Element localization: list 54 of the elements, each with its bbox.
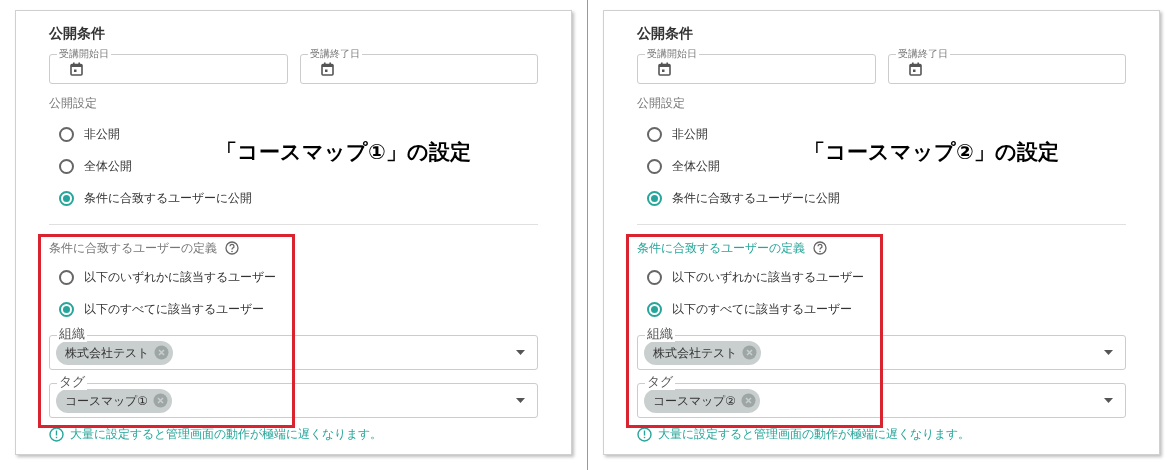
dropdown-caret-icon[interactable] bbox=[516, 398, 525, 403]
section-title: 公開条件 bbox=[49, 24, 106, 43]
calendar-icon[interactable] bbox=[908, 62, 922, 76]
radio-button[interactable] bbox=[59, 301, 74, 317]
chip: コースマップ② bbox=[644, 388, 760, 413]
radio-label: 条件に合致するユーザーに公開 bbox=[84, 190, 252, 207]
group-label: 公開設定 bbox=[49, 95, 98, 112]
radio-button[interactable] bbox=[59, 158, 74, 174]
calendar-icon[interactable] bbox=[658, 62, 671, 76]
field-label: 受講終了日 bbox=[895, 47, 950, 60]
dropdown-caret-icon[interactable] bbox=[1104, 350, 1113, 355]
field-label: 受講開始日 bbox=[645, 47, 699, 60]
field-label: 受講開始日 bbox=[57, 47, 111, 60]
help-icon[interactable] bbox=[813, 241, 827, 255]
radio-label: 全体公開 bbox=[672, 158, 720, 175]
radio-button[interactable] bbox=[647, 301, 662, 317]
radio-label: 以下のいずれかに該当するユーザー bbox=[84, 269, 276, 286]
field-label: タグ bbox=[57, 374, 87, 390]
field-label: タグ bbox=[645, 374, 675, 390]
calendar-icon[interactable] bbox=[70, 62, 83, 76]
radio-label: 以下のいずれかに該当するユーザー bbox=[672, 269, 864, 286]
field-label: 組織 bbox=[57, 326, 87, 342]
radio-label: 非公開 bbox=[84, 126, 120, 143]
radio-label: 全体公開 bbox=[84, 158, 132, 175]
calendar-icon[interactable] bbox=[320, 62, 334, 76]
radio-button[interactable] bbox=[647, 158, 662, 174]
caption: 「コースマップ②」の設定 bbox=[804, 139, 1059, 166]
radio-label: 非公開 bbox=[672, 126, 708, 143]
dropdown-caret-icon[interactable] bbox=[1104, 398, 1113, 403]
radio-button[interactable] bbox=[59, 190, 74, 206]
chip: コースマップ① bbox=[56, 388, 172, 413]
chip: 株式会社テスト bbox=[644, 340, 761, 365]
radio-label: 以下のすべてに該当するユーザー bbox=[84, 301, 264, 318]
warning-text: 大量に設定すると管理画面の動作が極端に遅くなります。 bbox=[658, 426, 970, 443]
warning-icon bbox=[637, 426, 652, 442]
warning-icon bbox=[49, 426, 64, 442]
field-label: 受講終了日 bbox=[307, 47, 362, 60]
radio-button[interactable] bbox=[59, 269, 74, 285]
chip: 株式会社テスト bbox=[56, 340, 173, 365]
radio-button[interactable] bbox=[647, 190, 662, 206]
section-title: 公開条件 bbox=[637, 24, 694, 43]
group-label: 公開設定 bbox=[637, 95, 686, 112]
radio-button[interactable] bbox=[647, 126, 662, 142]
help-icon[interactable] bbox=[225, 241, 239, 255]
radio-button[interactable] bbox=[647, 269, 662, 285]
warning-text: 大量に設定すると管理画面の動作が極端に遅くなります。 bbox=[70, 426, 382, 443]
group-label: 条件に合致するユーザーの定義 bbox=[637, 240, 805, 257]
radio-label: 条件に合致するユーザーに公開 bbox=[672, 190, 840, 207]
radio-label: 以下のすべてに該当するユーザー bbox=[672, 301, 852, 318]
field-label: 組織 bbox=[645, 326, 675, 342]
dropdown-caret-icon[interactable] bbox=[516, 350, 525, 355]
radio-button[interactable] bbox=[59, 126, 74, 142]
caption: 「コースマップ①」の設定 bbox=[216, 139, 471, 166]
group-label: 条件に合致するユーザーの定義 bbox=[49, 240, 217, 257]
